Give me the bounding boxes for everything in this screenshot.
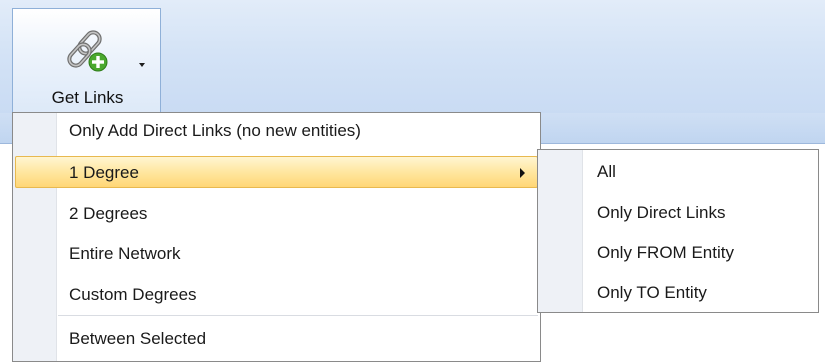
menu-item-label: Custom Degrees	[69, 285, 197, 304]
degree-submenu: All Only Direct Links Only FROM Entity O…	[537, 149, 819, 313]
chevron-right-icon	[520, 168, 525, 178]
submenu-item-label: Only TO Entity	[597, 283, 707, 302]
menu-item-label: Entire Network	[69, 244, 181, 263]
menu-item-label: Only Add Direct Links (no new entities)	[69, 121, 361, 140]
chevron-down-icon[interactable]	[139, 63, 145, 67]
menu-item-entire-network[interactable]: Entire Network	[15, 238, 538, 270]
menu-separator	[58, 315, 538, 316]
submenu-item-only-direct-links[interactable]: Only Direct Links	[540, 197, 816, 229]
submenu-item-only-to-entity[interactable]: Only TO Entity	[540, 277, 816, 309]
get-links-menu: Only Add Direct Links (no new entities) …	[12, 112, 541, 362]
menu-item-2-degrees[interactable]: 2 Degrees	[15, 198, 538, 230]
submenu-item-all[interactable]: All	[540, 156, 816, 188]
menu-item-label: 2 Degrees	[69, 204, 148, 223]
link-add-icon	[67, 30, 108, 72]
menu-item-between-selected[interactable]: Between Selected	[15, 323, 538, 355]
submenu-item-label: Only FROM Entity	[597, 243, 734, 262]
menu-item-label: Between Selected	[69, 329, 207, 348]
menu-item-label: 1 Degree	[69, 163, 139, 182]
submenu-item-label: All	[597, 162, 616, 181]
menu-item-1-degree[interactable]: 1 Degree	[15, 156, 538, 188]
menu-item-only-add-direct-links[interactable]: Only Add Direct Links (no new entities)	[15, 115, 538, 147]
get-links-label: Get Links	[51, 88, 124, 107]
submenu-item-label: Only Direct Links	[597, 203, 726, 222]
menu-item-custom-degrees[interactable]: Custom Degrees	[15, 279, 538, 311]
submenu-item-only-from-entity[interactable]: Only FROM Entity	[540, 237, 816, 269]
get-links-button[interactable]: Get Links	[12, 8, 161, 112]
